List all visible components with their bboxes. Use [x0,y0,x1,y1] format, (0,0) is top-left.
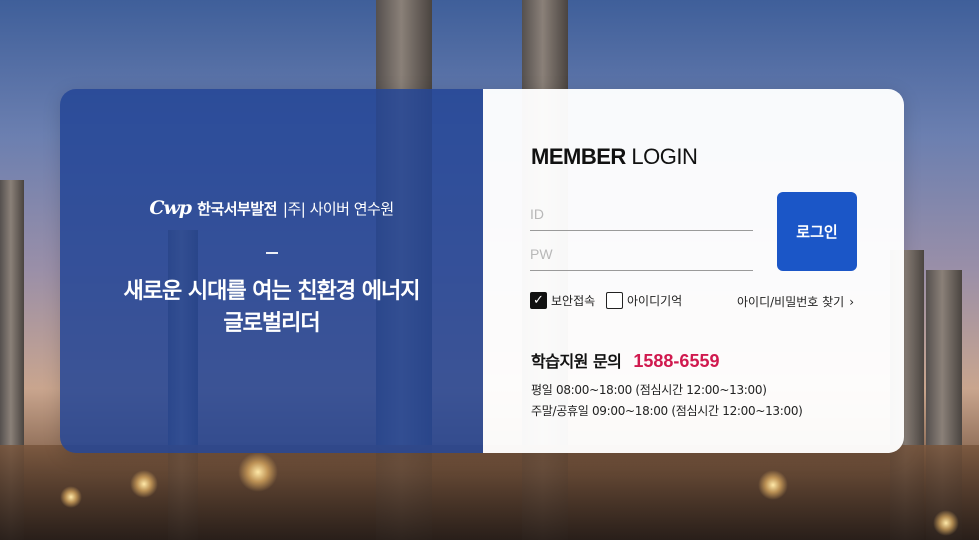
remember-id-checkbox[interactable]: 아이디기억 [606,292,682,309]
hero-headline: 새로운 시대를 여는 친환경 에너지 글로벌리더 [123,276,421,340]
hero-line-2: 글로벌리더 [223,311,320,336]
checkbox-checked-icon[interactable] [530,292,547,309]
brand-panel: Cwp 한국서부발전 |주| 사이버 연수원 새로운 시대를 여는 친환경 에너… [60,89,483,453]
login-panel: MEMBER LOGIN 로그인 보안접속 아이디기억 아이디/비밀번호 찾기 … [483,89,904,453]
password-input[interactable] [530,237,753,271]
remember-id-label: 아이디기억 [627,294,683,308]
secure-login-checkbox[interactable]: 보안접속 [530,292,595,309]
login-card: Cwp 한국서부발전 |주| 사이버 연수원 새로운 시대를 여는 친환경 에너… [60,89,904,453]
support-contact: 학습지원 문의 1588-6559 [531,348,719,372]
hero-line-1: 새로운 시대를 여는 친환경 에너지 [123,279,421,304]
login-title-bold: MEMBER [531,144,626,169]
support-phone: 1588-6559 [633,351,720,371]
checkbox-unchecked-icon[interactable] [606,292,623,309]
secure-login-label: 보안접속 [551,294,596,308]
cwp-logo-icon: Cwp [149,197,192,219]
weekday-hours: 평일 08:00~18:00 (점심시간 12:00~13:00) [531,383,767,397]
weekend-hours: 주말/공휴일 09:00~18:00 (점심시간 12:00~13:00) [531,404,803,418]
company-name: 한국서부발전 [197,199,277,218]
login-button[interactable]: 로그인 [777,192,857,271]
login-title: MEMBER LOGIN [531,144,698,170]
id-input[interactable] [530,197,753,231]
find-account-link[interactable]: 아이디/비밀번호 찾기 › [737,293,854,310]
find-account-label: 아이디/비밀번호 찾기 [737,295,845,309]
company-logo: Cwp 한국서부발전 |주| 사이버 연수원 [149,196,394,220]
divider [265,252,278,254]
login-title-rest: LOGIN [625,144,698,169]
chevron-right-icon: › [849,294,855,309]
company-suffix: |주| 사이버 연수원 [282,199,394,218]
support-label: 학습지원 문의 [531,352,622,371]
